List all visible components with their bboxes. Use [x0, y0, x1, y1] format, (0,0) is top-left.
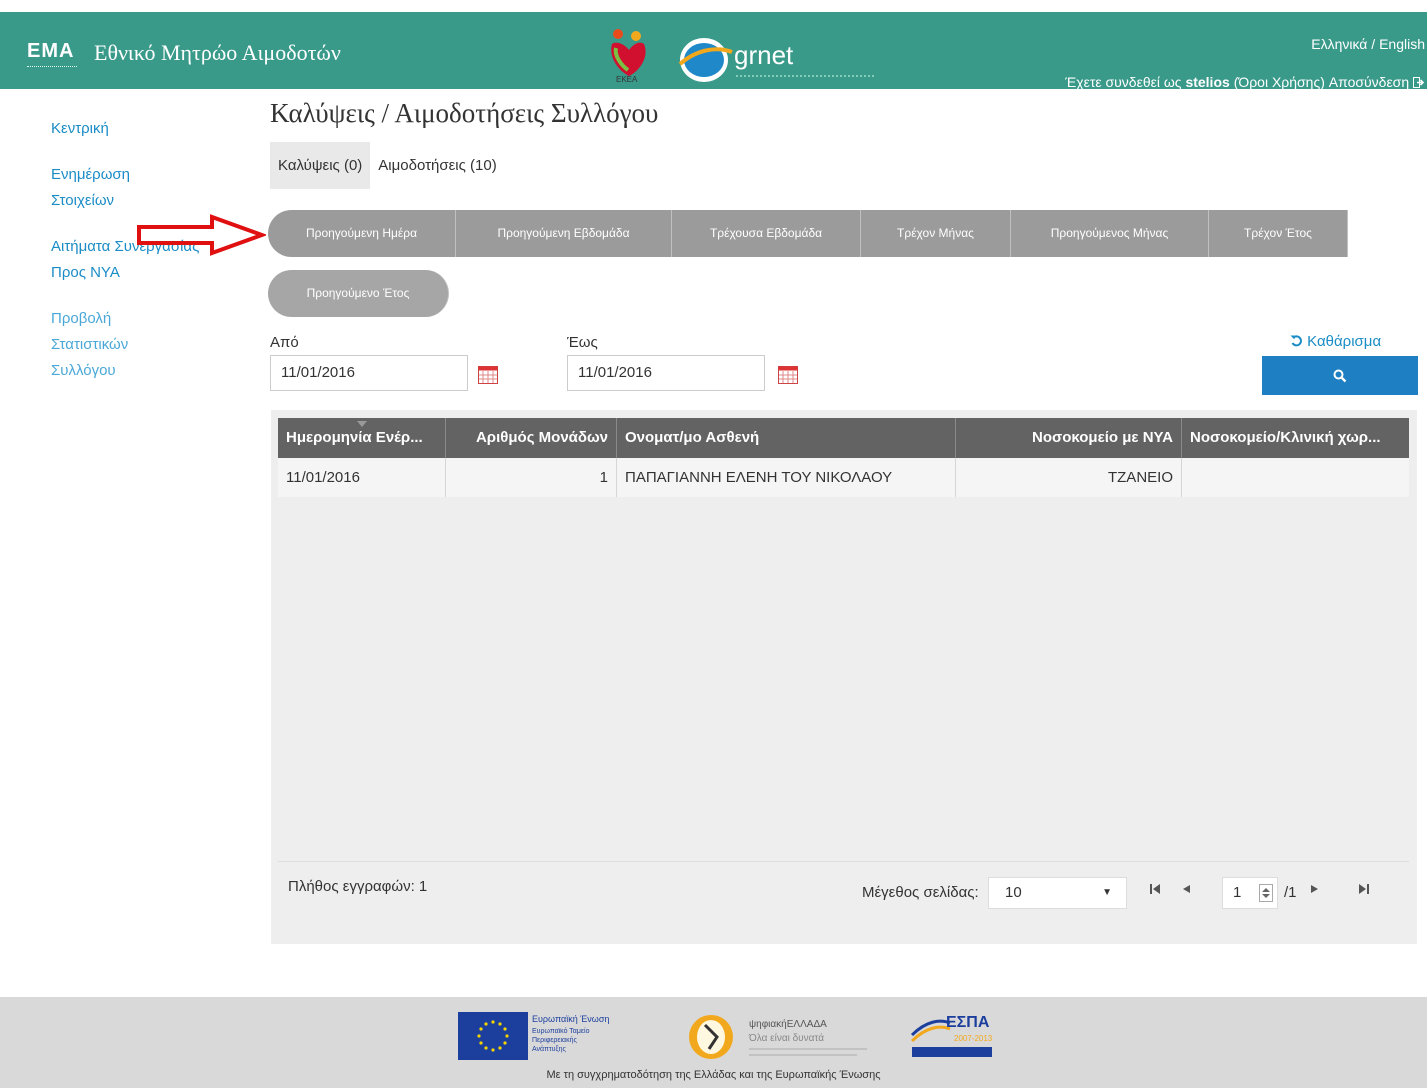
filter-current-year[interactable]: Τρέχον Έτος — [1209, 210, 1348, 257]
eu-erdf-logo: Ευρωπαϊκή Ένωση Ευρωπαϊκό Ταμείο Περιφερ… — [458, 1012, 609, 1060]
filter-previous-month[interactable]: Προηγούμενος Μήνας — [1011, 210, 1209, 257]
column-header-hospital-clinic[interactable]: Νοσοκομείο/Κλινική χωρ... — [1182, 418, 1409, 458]
from-date-input[interactable]: 11/01/2016 — [270, 355, 468, 391]
ema-logo[interactable]: EMA — [27, 40, 74, 63]
ema-logo-underline — [27, 66, 77, 71]
top-strip — [0, 0, 1427, 12]
grid-header: Ημερομηνία Ενέρ... Αριθμός Μονάδων Ονομα… — [278, 418, 1409, 458]
page-stepper[interactable] — [1259, 884, 1273, 902]
cofunding-text: Με τη συγχρηματοδότηση της Ελλάδας και τ… — [546, 1069, 881, 1081]
tab-donations[interactable]: Αιμοδοτήσεις (10) — [370, 142, 505, 189]
page-footer: Ευρωπαϊκή Ένωση Ευρωπαϊκό Ταμείο Περιφερ… — [0, 997, 1427, 1088]
eu-logo-line3: Περιφερειακής — [532, 1037, 577, 1044]
grnet-logo: grnet — [678, 38, 876, 82]
logged-in-label: Έχετε συνδεθεί ως — [1065, 74, 1186, 90]
to-date-input[interactable]: 11/01/2016 — [567, 355, 765, 391]
page-number-value: 1 — [1233, 884, 1242, 901]
tab-bar: Καλύψεις (0) Αιμοδοτήσεις (10) — [270, 142, 505, 189]
language-switcher: Ελληνικά / English — [1311, 36, 1425, 52]
digital-logo-title: ψηφιακήΕΛΛΑΔΑ — [749, 1018, 827, 1030]
ekea-logo-text: ΕΚΕΑ — [616, 75, 638, 84]
filter-current-month[interactable]: Τρέχον Μήνας — [861, 210, 1011, 257]
page-number-input[interactable]: 1 — [1222, 877, 1278, 909]
page-size-label: Μέγεθος σελίδας: — [862, 884, 979, 901]
tab-coverages[interactable]: Καλύψεις (0) — [270, 142, 371, 189]
espa-logo: ΕΣΠΑ 2007-2013 — [910, 1014, 993, 1057]
digital-logo-sub: Όλα είναι δυνατά — [748, 1032, 824, 1044]
user-bar: Έχετε συνδεθεί ως stelios (Όροι Χρήσης) … — [1065, 74, 1425, 90]
digital-greece-logo: ψηφιακήΕΛΛΑΔΑ Όλα είναι δυνατά — [689, 1015, 867, 1059]
column-header-patient[interactable]: Ονοματ/μο Ασθενή — [617, 418, 956, 458]
column-header-hospital-nya[interactable]: Νοσοκομείο με ΝΥΑ — [956, 418, 1182, 458]
search-icon — [1333, 369, 1347, 383]
from-label: Από — [270, 334, 299, 351]
cell-hospital-clinic — [1182, 458, 1409, 497]
clear-filters-link[interactable]: Καθάρισμα — [1290, 333, 1381, 350]
record-count: Πλήθος εγγραφών: 1 — [288, 878, 428, 895]
sidebar-item-home[interactable]: Κεντρική — [51, 116, 171, 142]
last-page-icon[interactable] — [1358, 883, 1370, 895]
cell-hospital-nya: ΤΖΑΝΕΙΟ — [956, 458, 1182, 497]
sort-indicator-icon — [357, 421, 367, 427]
logout-link[interactable]: Αποσύνδεση — [1329, 74, 1409, 90]
grnet-logo-text: grnet — [734, 40, 794, 70]
terms-link[interactable]: (Όροι Χρήσης) — [1234, 74, 1325, 90]
page-title: Καλύψεις / Αιμοδοτήσεις Συλλόγου — [270, 98, 659, 128]
column-header-units[interactable]: Αριθμός Μονάδων — [446, 418, 617, 458]
clear-filters-label: Καθάρισμα — [1307, 333, 1382, 350]
table-row[interactable]: 11/01/2016 1 ΠΑΠΑΓΙΑΝΝΗ ΕΛΕΝΗ ΤΟΥ ΝΙΚΟΛΑ… — [278, 458, 1409, 497]
cell-units: 1 — [446, 458, 617, 497]
username: stelios — [1185, 74, 1230, 90]
chevron-down-icon: ▼ — [1102, 887, 1112, 898]
red-arrow-annotation — [137, 214, 266, 256]
calendar-icon[interactable] — [478, 366, 498, 384]
filter-previous-week[interactable]: Προηγούμενη Εβδομάδα — [456, 210, 672, 257]
espa-logo-title: ΕΣΠΑ — [946, 1014, 990, 1031]
sidebar-item-update-details[interactable]: Ενημέρωση Στοιχείων — [51, 162, 151, 214]
eu-logo-line1: Ευρωπαϊκή Ένωση — [532, 1014, 609, 1024]
cell-date: 11/01/2016 — [278, 458, 446, 497]
to-label: Έως — [567, 334, 598, 351]
filter-current-week[interactable]: Τρέχουσα Εβδομάδα — [672, 210, 861, 257]
sidebar-nav: Κεντρική Ενημέρωση Στοιχείων Αιτήματα Συ… — [51, 116, 231, 404]
filter-previous-year[interactable]: Προηγούμενο Έτος — [268, 270, 449, 317]
lang-greek-link[interactable]: Ελληνικά — [1311, 36, 1367, 52]
espa-logo-years: 2007-2013 — [954, 1034, 993, 1043]
first-page-icon[interactable] — [1149, 883, 1161, 895]
donations-grid: Ημερομηνία Ενέρ... Αριθμός Μονάδων Ονομα… — [271, 410, 1417, 944]
search-button[interactable] — [1262, 356, 1418, 395]
page-size-value: 10 — [1005, 884, 1022, 901]
calendar-icon[interactable] — [778, 366, 798, 384]
app-header: EMA Εθνικό Μητρώο Αιμοδοτών ΕΚΕΑ grnet Ε… — [0, 12, 1427, 90]
sign-out-icon[interactable] — [1413, 77, 1425, 88]
ekea-logo: ΕΚΕΑ — [611, 29, 646, 84]
previous-page-icon[interactable] — [1181, 883, 1191, 895]
sidebar-item-view-statistics[interactable]: Προβολή Στατιστικών Συλλόγου — [51, 306, 151, 384]
eu-logo-line4: Ανάπτυξης — [532, 1045, 567, 1053]
next-page-icon[interactable] — [1310, 883, 1320, 895]
app-title[interactable]: Εθνικό Μητρώο Αιμοδοτών — [94, 40, 341, 66]
grid-footer-divider — [278, 861, 1409, 862]
lang-english-link[interactable]: English — [1379, 36, 1425, 52]
lang-separator: / — [1367, 36, 1380, 52]
filter-previous-day[interactable]: Προηγούμενη Ημέρα — [268, 210, 456, 257]
page-total: /1 — [1284, 884, 1297, 901]
eu-logo-line2: Ευρωπαϊκό Ταμείο — [532, 1027, 590, 1035]
page-size-select[interactable]: 10 ▼ — [988, 877, 1127, 909]
cell-patient: ΠΑΠΑΓΙΑΝΝΗ ΕΛΕΝΗ ΤΟΥ ΝΙΚΟΛΑΟΥ — [617, 458, 956, 497]
undo-icon — [1290, 335, 1302, 347]
